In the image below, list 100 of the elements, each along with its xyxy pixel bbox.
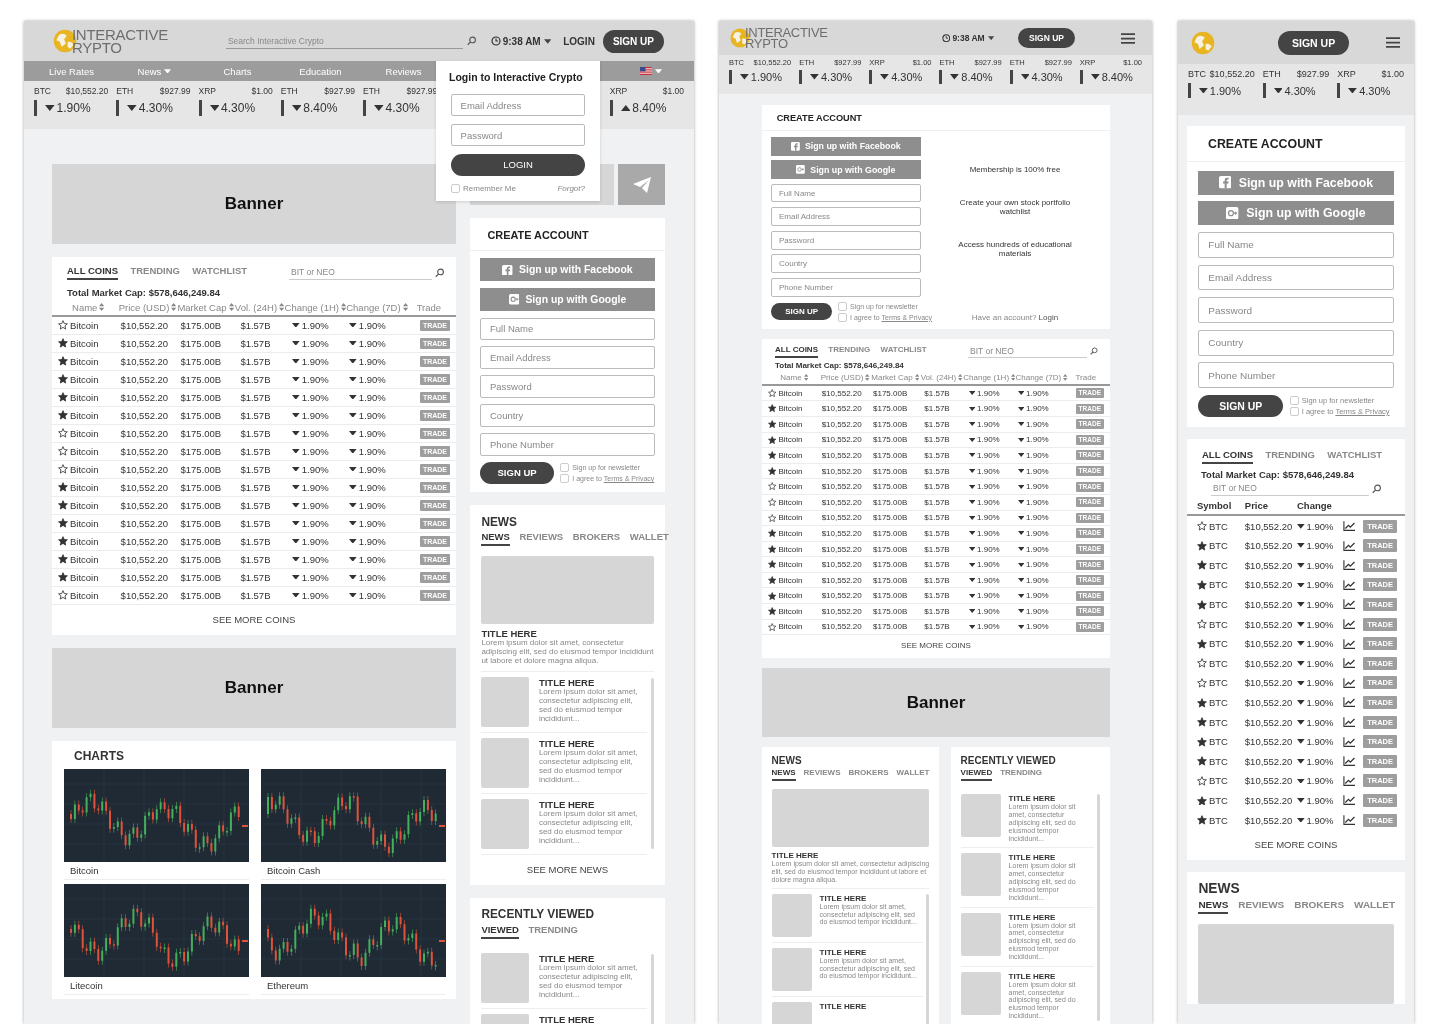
star-icon[interactable]: [1197, 795, 1207, 806]
checkbox[interactable]: [560, 463, 570, 472]
column-header[interactable]: Change (1H): [963, 372, 1016, 382]
tab[interactable]: REVIEWS: [1238, 899, 1285, 915]
sign-up-button[interactable]: SIGN UP: [1018, 28, 1075, 48]
text-field[interactable]: Phone Number: [480, 433, 655, 456]
nav-item[interactable]: News: [113, 65, 196, 77]
line-chart-icon[interactable]: [1342, 736, 1356, 747]
star-icon[interactable]: [768, 435, 777, 445]
tab[interactable]: TRENDING: [130, 265, 180, 280]
google-button[interactable]: Sign up with Google: [770, 160, 921, 179]
tab[interactable]: ALL COINS: [775, 344, 818, 358]
line-chart-icon[interactable]: [1342, 560, 1356, 571]
google-button[interactable]: Sign up with Google: [1198, 201, 1394, 226]
star-icon[interactable]: [1197, 521, 1207, 532]
line-chart-icon[interactable]: [1342, 638, 1356, 649]
line-chart-icon[interactable]: [1342, 599, 1356, 610]
article-title[interactable]: TITLE HERE: [771, 851, 930, 861]
star-icon[interactable]: [1197, 540, 1207, 551]
tab[interactable]: WATCHLIST: [192, 265, 248, 280]
article-title[interactable]: TITLE HERE: [1008, 853, 1095, 863]
sign-up-button[interactable]: SIGN UP: [1198, 394, 1284, 418]
forgot-link[interactable]: Forgot?: [557, 184, 585, 193]
star-icon[interactable]: [58, 392, 68, 402]
search-icon[interactable]: [1090, 347, 1098, 356]
tab[interactable]: ALL COINS: [1202, 448, 1254, 464]
checkbox[interactable]: [838, 301, 848, 311]
menu-icon[interactable]: [1386, 37, 1400, 48]
line-chart-icon[interactable]: [1342, 716, 1356, 728]
star-icon[interactable]: [768, 513, 777, 522]
text-field[interactable]: Country: [1198, 329, 1394, 356]
star-icon[interactable]: [58, 446, 68, 456]
scrollbar[interactable]: [1097, 794, 1101, 1022]
text-field[interactable]: Email Address: [451, 94, 585, 116]
star-icon[interactable]: [58, 482, 68, 492]
tab[interactable]: VIEWED: [481, 923, 519, 939]
search-icon[interactable]: [434, 267, 444, 278]
article-title[interactable]: TITLE HERE: [538, 1014, 595, 1024]
tab[interactable]: TRENDING: [1265, 448, 1315, 464]
tab[interactable]: WALLET: [1354, 899, 1396, 915]
line-chart-icon[interactable]: [1342, 579, 1356, 591]
star-icon[interactable]: [1197, 599, 1207, 610]
article-title[interactable]: TITLE HERE: [538, 738, 647, 749]
column-header[interactable]: Change (7D): [1015, 372, 1068, 382]
login-link[interactable]: LOGIN: [563, 35, 595, 47]
checkbox[interactable]: [1289, 407, 1299, 416]
star-icon[interactable]: [1197, 638, 1207, 649]
star-icon[interactable]: [1197, 619, 1207, 630]
column-header[interactable]: Name: [768, 372, 821, 382]
column-header[interactable]: Market Cap: [870, 372, 921, 382]
line-chart-icon[interactable]: [1342, 697, 1356, 708]
star-icon[interactable]: [1197, 815, 1207, 826]
tab[interactable]: WALLET: [629, 531, 669, 547]
line-chart-icon[interactable]: [1342, 658, 1356, 669]
tab[interactable]: NEWS: [771, 768, 796, 782]
nav-item[interactable]: Charts: [196, 65, 279, 77]
line-chart-icon[interactable]: [1342, 814, 1356, 826]
sign-up-button[interactable]: SIGN UP: [602, 29, 664, 53]
star-icon[interactable]: [58, 338, 68, 348]
star-icon[interactable]: [58, 356, 68, 366]
tab[interactable]: NEWS: [481, 531, 510, 547]
star-icon[interactable]: [768, 466, 777, 476]
column-header[interactable]: Price (USD): [118, 301, 177, 313]
nav-item[interactable]: Education: [279, 65, 362, 77]
text-field[interactable]: Country: [480, 404, 655, 427]
login-button[interactable]: LOGIN: [451, 154, 585, 176]
facebook-button[interactable]: Sign up with Facebook: [1198, 170, 1394, 195]
checkbox[interactable]: [560, 474, 570, 483]
star-icon[interactable]: [1197, 580, 1207, 590]
article-title[interactable]: TITLE HERE: [538, 953, 647, 965]
article-title[interactable]: TITLE HERE: [1008, 971, 1095, 981]
search-icon[interactable]: [1371, 484, 1381, 494]
star-icon[interactable]: [58, 572, 68, 582]
nav-item[interactable]: Live Rates: [30, 65, 113, 77]
star-icon[interactable]: [768, 576, 777, 585]
tab[interactable]: REVIEWS: [519, 531, 564, 547]
article-title[interactable]: TITLE HERE: [1008, 794, 1095, 804]
checkbox[interactable]: [838, 312, 848, 322]
facebook-button[interactable]: Sign up with Facebook: [480, 258, 655, 282]
column-header[interactable]: Vol. (24H): [234, 301, 285, 313]
tab[interactable]: ALL COINS: [67, 265, 119, 280]
text-field[interactable]: Full Name: [1198, 231, 1394, 258]
search-icon[interactable]: [467, 36, 477, 46]
star-icon[interactable]: [58, 518, 68, 528]
article-title[interactable]: TITLE HERE: [819, 1001, 867, 1011]
star-icon[interactable]: [58, 410, 68, 420]
star-icon[interactable]: [768, 544, 777, 554]
text-field[interactable]: Password: [451, 124, 585, 146]
search-field[interactable]: BIT or NEO: [968, 344, 1087, 358]
star-icon[interactable]: [768, 529, 777, 538]
star-icon[interactable]: [768, 607, 777, 616]
tab[interactable]: TRENDING: [1000, 768, 1042, 782]
text-field[interactable]: Phone Number: [770, 278, 921, 297]
tab[interactable]: TRENDING: [828, 344, 871, 358]
see-more-link[interactable]: SEE MORE COINS: [901, 641, 971, 651]
star-icon[interactable]: [58, 374, 68, 384]
tab[interactable]: NEWS: [1198, 899, 1229, 915]
star-icon[interactable]: [58, 428, 68, 438]
scrollbar[interactable]: [650, 954, 654, 1024]
tab[interactable]: VIEWED: [960, 768, 993, 782]
